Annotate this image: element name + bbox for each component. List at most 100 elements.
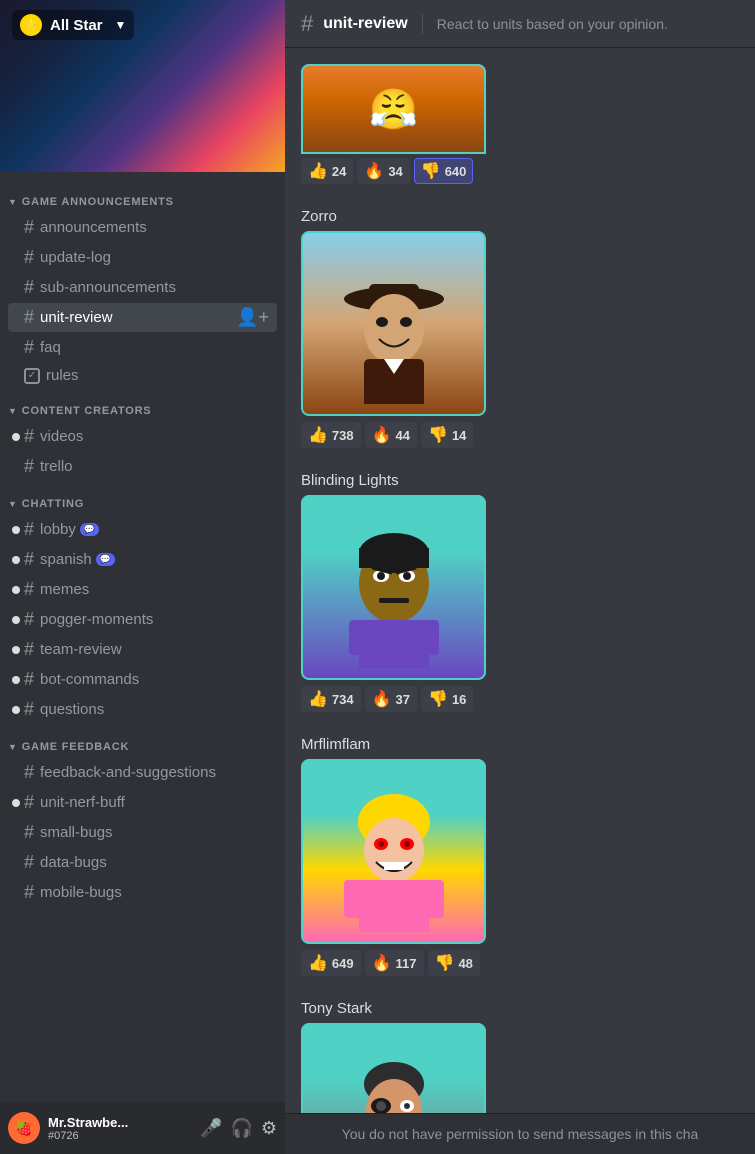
channel-lobby[interactable]: # lobby 💬 [8, 515, 277, 544]
microphone-icon[interactable]: 🎤 [200, 1118, 222, 1139]
mrflimflam-sprite [334, 772, 454, 932]
channel-mobile-bugs[interactable]: # mobile-bugs [8, 878, 277, 907]
hash-icon: # [24, 247, 34, 268]
reaction-fire-zorro[interactable]: 🔥 44 [365, 422, 417, 448]
avatar: 🍓 [8, 1112, 40, 1144]
channel-rules[interactable]: ✓ rules [8, 363, 277, 388]
category-game-feedback[interactable]: ▼ GAME FEEDBACK [0, 725, 285, 757]
main-content: # unit-review React to units based on yo… [285, 0, 755, 1154]
unread-dot [12, 706, 20, 714]
reactions-row: 👍 24 🔥 34 👎 640 [301, 158, 739, 184]
reaction-thumbsdown-mrflimflam[interactable]: 👎 48 [428, 950, 480, 976]
settings-icon[interactable]: ⚙ [261, 1118, 277, 1139]
server-name: All Star [50, 17, 103, 34]
reaction-fire-blinding[interactable]: 🔥 37 [365, 686, 417, 712]
hash-icon: # [24, 762, 34, 783]
thumbsdown-emoji: 👎 [421, 161, 441, 181]
unit-name-zorro: Zorro [301, 208, 739, 225]
blinding-sprite [334, 508, 454, 668]
reaction-thumbsdown[interactable]: 👎 640 [414, 158, 474, 184]
permission-text: You do not have permission to send messa… [342, 1126, 699, 1142]
reaction-thumbsup-zorro[interactable]: 👍 738 [301, 422, 361, 448]
category-chatting[interactable]: ▼ CHATTING [0, 482, 285, 514]
channel-questions[interactable]: # questions [8, 695, 277, 724]
reaction-thumbsdown-blinding[interactable]: 👎 16 [421, 686, 473, 712]
hash-icon: # [24, 307, 34, 328]
reaction-fire[interactable]: 🔥 34 [357, 158, 409, 184]
unit-name-blinding-lights: Blinding Lights [301, 472, 739, 489]
hash-icon: # [24, 456, 34, 477]
reactions-row-mrflimflam: 👍 649 🔥 117 👎 48 [301, 950, 739, 976]
category-game-announcements[interactable]: ▼ GAME ANNOUNCEMENTS [0, 180, 285, 212]
reaction-thumbsdown-zorro[interactable]: 👎 14 [421, 422, 473, 448]
unit-card-tony-stark: Tony Stark [301, 1000, 739, 1113]
channel-header: # unit-review React to units based on yo… [285, 0, 755, 48]
reactions-row-zorro: 👍 738 🔥 44 👎 14 [301, 422, 739, 448]
fire-emoji: 🔥 [364, 161, 384, 181]
zorro-sprite [334, 244, 454, 404]
chevron-icon: ▼ [8, 742, 18, 752]
permission-notice: You do not have permission to send messa… [285, 1113, 755, 1154]
hash-icon: # [24, 609, 34, 630]
channel-topic: React to units based on your opinion. [437, 16, 668, 32]
server-icon: ⭐ [20, 14, 42, 36]
unread-dot [12, 586, 20, 594]
hash-icon: # [24, 699, 34, 720]
reaction-fire-mrflimflam[interactable]: 🔥 117 [365, 950, 424, 976]
unit-image-tony-stark [301, 1023, 486, 1113]
unread-dot [12, 646, 20, 654]
reaction-thumbsup[interactable]: 👍 24 [301, 158, 353, 184]
unread-dot [12, 433, 20, 441]
channel-team-review[interactable]: # team-review [8, 635, 277, 664]
channel-unit-nerf-buff[interactable]: # unit-nerf-buff [8, 788, 277, 817]
checkbox-icon: ✓ [24, 368, 40, 384]
channel-trello[interactable]: # trello [8, 452, 277, 481]
category-content-creators[interactable]: ▼ CONTENT CREATORS [0, 389, 285, 421]
channel-faq[interactable]: # faq [8, 333, 277, 362]
unread-dot [12, 526, 20, 534]
channel-pogger-moments[interactable]: # pogger-moments [8, 605, 277, 634]
chevron-icon: ▼ [8, 406, 18, 416]
channel-spanish[interactable]: # spanish 💬 [8, 545, 277, 574]
hash-icon: # [24, 426, 34, 447]
server-chevron-icon: ▼ [115, 18, 127, 32]
reaction-thumbsup-blinding[interactable]: 👍 734 [301, 686, 361, 712]
channel-memes[interactable]: # memes [8, 575, 277, 604]
channel-feedback-and-suggestions[interactable]: # feedback-and-suggestions [8, 758, 277, 787]
header-divider [422, 14, 423, 34]
channel-data-bugs[interactable]: # data-bugs [8, 848, 277, 877]
hash-icon: # [24, 519, 34, 540]
reaction-thumbsup-mrflimflam[interactable]: 👍 649 [301, 950, 361, 976]
channel-small-bugs[interactable]: # small-bugs [8, 818, 277, 847]
channel-videos[interactable]: # videos [8, 422, 277, 451]
hash-icon: # [24, 792, 34, 813]
header-hash-icon: # [301, 11, 313, 37]
unit-name-tony-stark: Tony Stark [301, 1000, 739, 1017]
user-bar: 🍓 Mr.Strawbe... #0726 🎤 🎧 ⚙ [0, 1102, 285, 1154]
headset-icon[interactable]: 🎧 [230, 1118, 252, 1139]
channel-unit-review[interactable]: # unit-review 👤+ [8, 303, 277, 332]
server-header[interactable]: ⭐ All Star ▼ [0, 0, 285, 172]
unread-dot [12, 616, 20, 624]
channel-announcements[interactable]: # announcements [8, 213, 277, 242]
channel-sub-announcements[interactable]: # sub-announcements [8, 273, 277, 302]
chevron-icon: ▼ [8, 197, 18, 207]
hash-icon: # [24, 822, 34, 843]
unit-image-mrflimflam [301, 759, 486, 944]
unit-card-zorro: Zorro [301, 208, 739, 448]
unread-dot [12, 799, 20, 807]
messages-area[interactable]: 😤 👍 24 🔥 34 👎 640 Zorro [285, 48, 755, 1113]
user-discriminator: #0726 [48, 1130, 192, 1142]
add-member-icon[interactable]: 👤+ [236, 307, 269, 328]
unit-image-partial: 😤 [301, 64, 486, 154]
thumbsup-emoji: 👍 [308, 161, 328, 181]
channel-list: ▼ GAME ANNOUNCEMENTS # announcements # u… [0, 172, 285, 1102]
channel-update-log[interactable]: # update-log [8, 243, 277, 272]
hash-icon: # [24, 669, 34, 690]
user-info: Mr.Strawbe... #0726 [48, 1115, 192, 1142]
hash-icon: # [24, 217, 34, 238]
username: Mr.Strawbe... [48, 1115, 192, 1130]
reactions-row-blinding: 👍 734 🔥 37 👎 16 [301, 686, 739, 712]
channel-bot-commands[interactable]: # bot-commands [8, 665, 277, 694]
hash-icon: # [24, 337, 34, 358]
